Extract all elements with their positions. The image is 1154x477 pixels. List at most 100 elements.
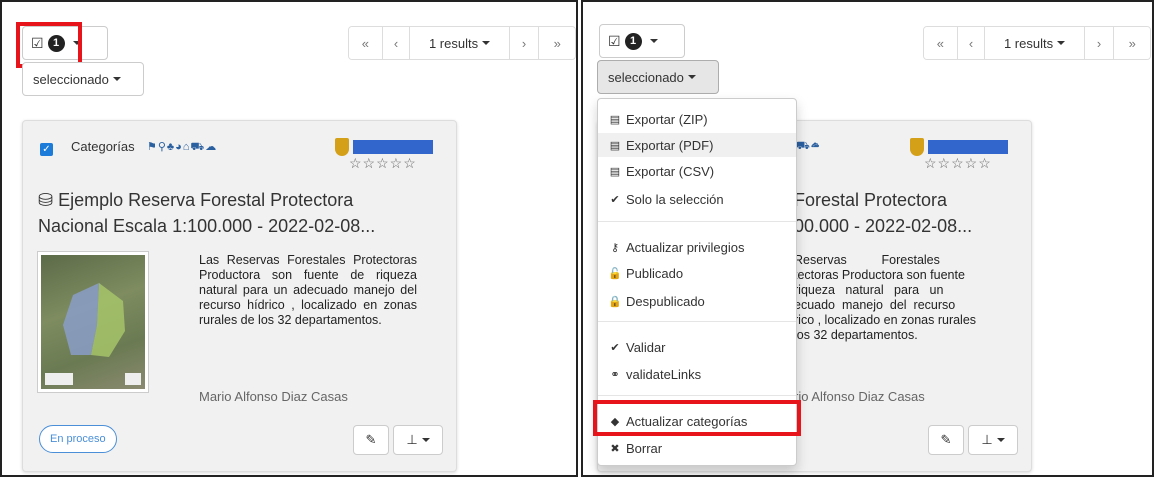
prev-page-button[interactable]: ‹ — [957, 27, 986, 59]
record-description: Reservas Forestales tectoras Productora … — [794, 253, 1014, 343]
caret-down-icon — [687, 75, 696, 79]
title-line-1: Forestal Protectora — [794, 190, 948, 210]
description-line: rico , localizado en zonas rurales — [794, 313, 977, 327]
title-line-2: 00.000 - 2022-02-08... — [794, 216, 973, 236]
caret-down-icon — [996, 438, 1005, 442]
first-page-button[interactable]: « — [924, 27, 958, 59]
caret-down-icon — [421, 438, 430, 442]
last-page-button[interactable]: » — [1114, 27, 1150, 59]
menu-item-label: Solo la selección — [626, 191, 724, 207]
caret-down-icon — [1057, 41, 1066, 45]
caret-down-icon — [112, 77, 121, 81]
results-dropdown[interactable]: 1 results — [410, 27, 510, 59]
menu-item-label: Exportar (CSV) — [626, 163, 715, 179]
menu-item-only-selection[interactable]: ✔ Solo la selección — [598, 187, 796, 211]
category-icons: ⚑⚲♣◕⌂⛟☁ — [147, 141, 218, 153]
pencil-icon: ✎ — [940, 432, 952, 447]
seleccionado-dropdown-button[interactable]: seleccionado — [597, 60, 719, 94]
description-line: tectoras Productora son fuente — [794, 268, 965, 282]
menu-item-unpublished[interactable]: 🔒 Despublicado — [598, 289, 796, 313]
category-icons: ⛟☁ — [796, 140, 821, 152]
government-logo — [335, 137, 433, 157]
results-dropdown[interactable]: 1 results — [985, 27, 1085, 59]
select-all-button[interactable]: ☑ 1 — [599, 24, 685, 58]
record-title[interactable]: Forestal Protectora 00.000 - 2022-02-08.… — [794, 187, 972, 239]
times-icon: ✖ — [610, 442, 620, 455]
title-line-1: Ejemplo Reserva Forestal Protectora — [58, 190, 354, 210]
categories-label: Categorías — [71, 139, 135, 154]
record-author[interactable]: rio Alfonso Diaz Casas — [794, 389, 925, 404]
menu-item-export-pdf[interactable]: ▤ Exportar (PDF) — [598, 133, 796, 157]
menu-item-export-zip[interactable]: ▤ Exportar (ZIP) — [598, 107, 796, 131]
next-page-button[interactable]: › — [1084, 27, 1115, 59]
logo-banner — [928, 140, 1008, 154]
selection-count-badge: 1 — [624, 32, 642, 50]
menu-item-label: Despublicado — [626, 293, 705, 309]
next-page-button[interactable]: › — [509, 27, 540, 59]
menu-item-label: Exportar (ZIP) — [626, 111, 708, 127]
menu-item-export-csv[interactable]: ▤ Exportar (CSV) — [598, 159, 796, 183]
results-label: 1 results — [1003, 35, 1054, 51]
seleccionado-dropdown-button[interactable]: seleccionado — [22, 62, 144, 96]
caret-down-icon — [482, 41, 491, 45]
menu-item-update-privileges[interactable]: ⚷ Actualizar privilegios — [598, 235, 796, 259]
menu-divider — [598, 395, 796, 396]
edit-button[interactable]: ✎ — [928, 425, 964, 455]
first-page-button[interactable]: « — [349, 27, 383, 59]
title-line-2: Nacional Escala 1:100.000 - 2022-02-08..… — [38, 216, 376, 236]
record-title[interactable]: ⛁ Ejemplo Reserva Forestal Protectora Na… — [38, 187, 375, 239]
menu-item-label: Borrar — [626, 440, 663, 456]
edit-button[interactable]: ✎ — [353, 425, 389, 455]
menu-divider — [598, 321, 796, 322]
pin-icon: ⊥ — [406, 432, 418, 447]
pin-dropdown-button[interactable]: ⊥ — [968, 425, 1018, 455]
menu-item-label: validateLinks — [626, 366, 702, 382]
menu-item-label: Publicado — [626, 265, 684, 281]
prev-page-button[interactable]: ‹ — [382, 27, 411, 59]
file-pdf-icon: ▤ — [609, 139, 621, 152]
menu-item-validate-links[interactable]: ⚭ validateLinks — [598, 362, 796, 386]
link-icon: ⚭ — [610, 368, 620, 381]
pencil-icon: ✎ — [365, 432, 377, 447]
record-description: Las Reservas Forestales Protectoras Prod… — [199, 253, 417, 327]
description-line: los 32 departamentos. — [794, 328, 918, 342]
record-author[interactable]: Mario Alfonso Diaz Casas — [199, 389, 348, 404]
lock-icon: 🔒 — [608, 295, 622, 308]
menu-item-label: Exportar (PDF) — [626, 137, 714, 153]
file-zip-icon: ▤ — [609, 113, 621, 126]
checkbox-icon: ☑ — [608, 32, 621, 49]
left-screenshot-panel: ☑ 1 seleccionado « ‹ 1 results › » ✓ Cat… — [0, 0, 578, 477]
last-page-button[interactable]: » — [539, 27, 575, 59]
description-line: ecuado manejo del recurso — [794, 298, 956, 312]
coat-of-arms-icon — [910, 138, 924, 156]
menu-item-validate[interactable]: ✔ Validar — [598, 335, 796, 359]
pagination: « ‹ 1 results › » — [348, 26, 576, 60]
menu-item-published[interactable]: 🔓 Publicado — [598, 261, 796, 285]
government-logo — [910, 137, 1008, 157]
key-icon: ⚷ — [610, 241, 620, 254]
record-thumbnail[interactable] — [37, 251, 149, 393]
status-badge: En proceso — [39, 425, 117, 453]
description-line: Reservas Forestales — [794, 253, 940, 267]
check-icon: ✔ — [610, 193, 620, 206]
logo-banner — [353, 140, 433, 154]
description-line: riqueza natural para un — [794, 283, 944, 297]
check-icon: ✔ — [610, 341, 620, 354]
rating-stars[interactable]: ☆☆☆☆☆ — [349, 155, 417, 172]
results-label: 1 results — [428, 35, 479, 51]
seleccionado-label: seleccionado — [608, 69, 684, 85]
menu-item-delete[interactable]: ✖ Borrar — [598, 436, 796, 460]
database-icon: ⛁ — [38, 190, 59, 210]
file-csv-icon: ▤ — [609, 165, 621, 178]
pagination: « ‹ 1 results › » — [923, 26, 1151, 60]
pin-dropdown-button[interactable]: ⊥ — [393, 425, 443, 455]
right-screenshot-panel: ☑ 1 seleccionado « ‹ 1 results › » ⛟☁ ☆☆… — [581, 0, 1154, 477]
unlock-icon: 🔓 — [608, 267, 622, 280]
pin-icon: ⊥ — [981, 432, 993, 447]
card-select-checkbox[interactable]: ✓ — [40, 143, 53, 156]
highlight-box — [593, 400, 801, 436]
caret-down-icon — [649, 39, 658, 43]
menu-divider — [598, 221, 796, 222]
coat-of-arms-icon — [335, 138, 349, 156]
rating-stars[interactable]: ☆☆☆☆☆ — [924, 155, 992, 172]
